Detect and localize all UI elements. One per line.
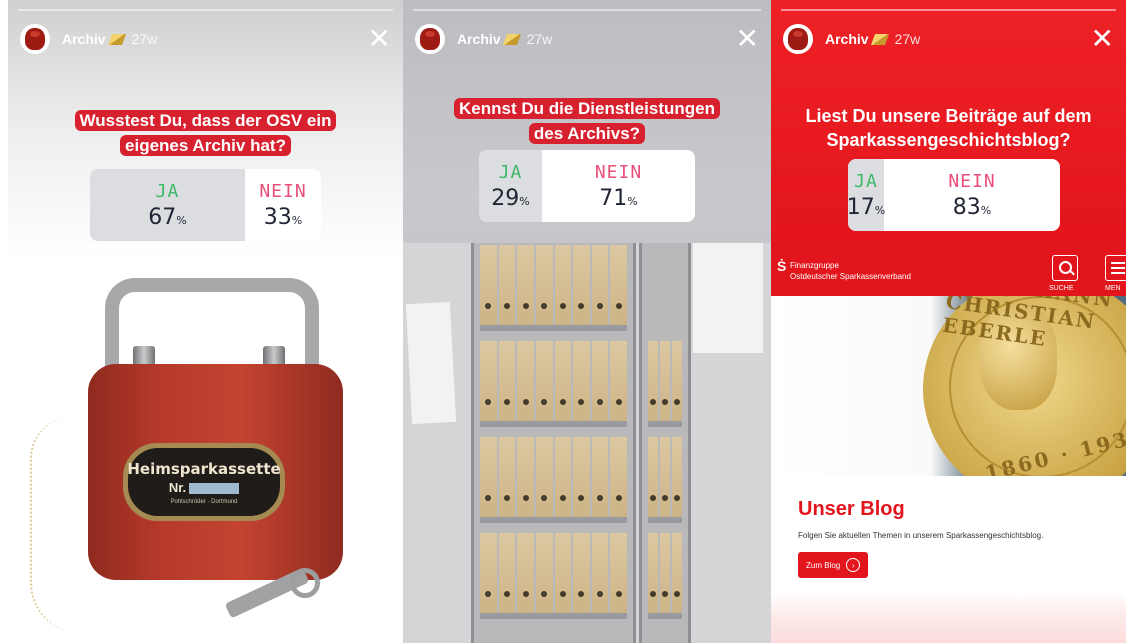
pencil-emoji-icon (502, 33, 521, 45)
blog-subtitle: Folgen Sie aktuellen Themen in unserem S… (798, 531, 1044, 540)
avatar[interactable] (783, 24, 813, 54)
pencil-emoji-icon (107, 33, 126, 45)
poll-option-percent: 33% (263, 204, 303, 230)
poll-option-label: NEIN (948, 170, 996, 192)
shelf-unit (639, 243, 691, 643)
pencil-emoji-icon (870, 33, 889, 45)
poll-option-percent: 29% (491, 185, 530, 211)
search-icon[interactable] (1052, 255, 1078, 281)
menu-icon[interactable] (1105, 255, 1126, 281)
poll-option-nein[interactable]: NEIN 33% (245, 169, 321, 241)
story-panel-3: Archiv 27w ✕ Liest Du unsere Beiträge au… (771, 0, 1126, 643)
poll-widget: JA 67% NEIN 33% (90, 169, 321, 241)
avatar-image (420, 28, 440, 50)
avatar-image (25, 28, 45, 50)
blog-title: Unser Blog (798, 498, 905, 520)
poll-option-label: NEIN (594, 161, 643, 183)
close-icon[interactable]: ✕ (368, 25, 391, 53)
medal: DR. JOHANN CHRISTIAN EBERLE 1860 · 1937 (923, 296, 1126, 476)
menu-label: MEN (1105, 285, 1121, 292)
poll-option-percent: 67% (148, 204, 187, 230)
poll-widget: JA 29% NEIN 71% (479, 150, 695, 222)
poll-option-percent: 71% (599, 185, 638, 211)
poll-question: Liest Du unsere Beiträge auf dem Sparkas… (771, 104, 1126, 152)
story-time: 27w (131, 31, 158, 47)
zum-blog-label: Zum Blog (806, 560, 841, 570)
poll-question: Wusstest Du, dass der OSV ein eigenes Ar… (8, 108, 403, 158)
poll-question-text: Kennst Du die Dienstleistungen des Archi… (454, 98, 720, 144)
poll-option-label: JA (854, 170, 878, 192)
poll-option-label: JA (498, 161, 523, 183)
poll-question: Kennst Du die Dienstleistungen des Archi… (403, 96, 771, 146)
shelf-unit (471, 243, 636, 643)
chevron-right-icon: › (846, 558, 861, 572)
story-time: 27w (526, 31, 553, 47)
avatar[interactable] (415, 24, 445, 54)
poll-question-text: Liest Du unsere Beiträge auf dem Sparkas… (805, 106, 1092, 150)
story-time: 27w (894, 31, 921, 47)
close-icon[interactable]: ✕ (736, 25, 759, 53)
story-progress-bar (781, 9, 1116, 11)
poll-widget: JA 17% NEIN 83% (848, 159, 1060, 231)
poll-option-label: NEIN (259, 180, 307, 202)
shelf-document (405, 301, 457, 425)
shelf-document (693, 243, 763, 353)
story-panel-2: Archiv 27w ✕ Kennst Du die Dienstleistun… (403, 0, 771, 643)
brand-line-2: Ostdeutscher Sparkassenverband (790, 272, 911, 281)
brand-line-1: Finanzgruppe (790, 261, 839, 270)
cash-box-nameplate: Heimsparkassette Nr. Pohlschröder · Dort… (123, 443, 285, 521)
story-header: Archiv 27w ✕ (415, 22, 759, 56)
story-progress-bar (18, 9, 393, 11)
search-label: SUCHE (1049, 285, 1074, 292)
poll-option-nein[interactable]: NEIN 83% (884, 159, 1060, 231)
zum-blog-button[interactable]: Zum Blog › (798, 552, 869, 578)
nameplate-maker: Pohlschröder · Dortmund (170, 498, 238, 505)
username[interactable]: Archiv (825, 31, 869, 47)
poll-question-text: Wusstest Du, dass der OSV ein eigenes Ar… (74, 110, 337, 156)
nameplate-number: Nr. (169, 480, 240, 495)
avatar-image (788, 28, 808, 50)
hero-medal-image: DR. JOHANN CHRISTIAN EBERLE 1860 · 1937 (771, 296, 1126, 476)
username[interactable]: Archiv (457, 31, 501, 47)
poll-option-ja[interactable]: JA 29% (479, 150, 542, 222)
story-header: Archiv 27w ✕ (20, 22, 391, 56)
poll-option-percent: 83% (952, 194, 992, 220)
poll-option-nein[interactable]: NEIN 71% (542, 150, 695, 222)
story-header: Archiv 27w ✕ (783, 22, 1114, 56)
poll-option-percent: 17% (848, 194, 886, 220)
username[interactable]: Archiv (62, 31, 106, 47)
poll-option-ja[interactable]: JA 67% (90, 169, 245, 241)
footer-strip (771, 592, 1126, 643)
poll-option-ja[interactable]: JA 17% (848, 159, 886, 231)
avatar[interactable] (20, 24, 50, 54)
story-progress-bar (413, 9, 761, 11)
website-header: Ṡ Finanzgruppe Ostdeutscher Sparkassenve… (771, 243, 1126, 296)
sparkasse-logo-icon[interactable]: Ṡ (777, 258, 786, 274)
archive-shelves-image (403, 243, 771, 643)
story-panel-1: Archiv 27w ✕ Wusstest Du, dass der OSV e… (8, 0, 403, 643)
close-icon[interactable]: ✕ (1091, 25, 1114, 53)
key-icon (290, 568, 320, 598)
poll-option-label: JA (155, 180, 180, 202)
nameplate-title: Heimsparkassette (127, 459, 281, 478)
